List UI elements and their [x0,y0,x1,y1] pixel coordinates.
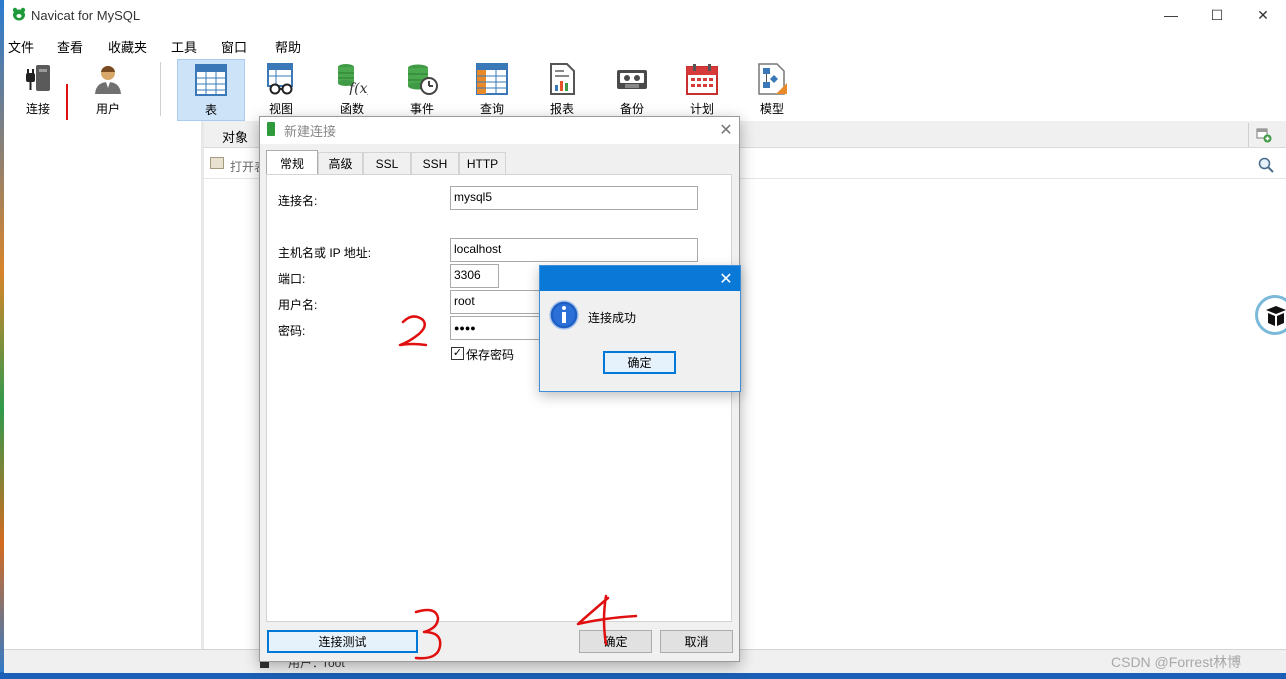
svg-text:f(x): f(x) [348,81,368,95]
app-title: Navicat for MySQL [31,8,141,23]
toolbar-schedule-button[interactable]: 计划 [669,59,735,119]
menu-help[interactable]: 帮助 [275,37,301,56]
menu-tools[interactable]: 工具 [171,37,197,56]
menu-favorites[interactable]: 收藏夹 [108,37,147,56]
tab-bar-divider [1248,123,1249,147]
toolbar-connect-button[interactable]: 连接 [5,59,71,119]
annotation-step-2 [398,315,428,347]
view-icon [267,63,293,95]
toolbar-label: 表 [204,103,217,117]
tab-ssh[interactable]: SSH [411,152,459,174]
toolbar-label: 模型 [759,102,784,116]
toolbar-model-button[interactable]: 模型 [739,59,805,119]
tab-objects[interactable]: 对象 [222,127,248,146]
new-tab-icon[interactable] [1256,127,1272,143]
dialog-app-icon [267,122,275,136]
host-field[interactable]: localhost [450,238,698,262]
toolbar-report-button[interactable]: 报表 [529,59,595,119]
menu-view[interactable]: 查看 [57,37,83,56]
toolbar-label: 报表 [549,102,574,116]
dialog-title: 新建连接 [284,124,337,139]
port-label: 端口: [278,272,306,286]
toolbar-user-button[interactable]: 用户 [75,59,141,119]
toolbar-separator [160,62,161,116]
search-icon[interactable] [1258,157,1274,173]
model-icon [758,63,787,95]
open-table-icon [210,157,224,169]
backup-icon [617,70,647,89]
password-label: 密码: [278,324,306,338]
username-label: 用户名: [278,298,318,312]
toolbar-label: 查询 [479,102,504,116]
host-label: 主机名或 IP 地址: [278,246,372,260]
maximize-button[interactable]: ☐ [1194,0,1240,30]
connection-name-label: 连接名: [278,194,318,208]
tab-http[interactable]: HTTP [459,152,506,174]
annotation-step-3 [414,608,442,660]
close-button[interactable]: ✕ [1240,0,1286,30]
toolbar-event-button[interactable]: 事件 [389,59,455,119]
annotation-step-4 [576,594,638,646]
title-bar [4,0,1286,32]
cancel-button[interactable]: 取消 [660,630,733,653]
schedule-icon [686,64,718,95]
annotation-mark [66,84,68,120]
toolbar-label: 连接 [25,102,50,116]
save-password-label[interactable]: 保存密码 [466,346,514,363]
tab-general[interactable]: 常规 [266,150,318,175]
toolbar-label: 视图 [268,102,293,116]
save-password-checkbox[interactable]: ✓ [451,347,464,360]
toolbar-label: 事件 [409,102,434,116]
navicat-logo-icon [12,7,26,21]
taskbar-edge [0,672,1286,679]
toolbar-query-button[interactable]: 查询 [459,59,525,119]
port-field[interactable]: 3306 [450,264,499,288]
tab-advanced[interactable]: 高级 [318,152,363,174]
dialog-close-button[interactable]: ✕ [712,117,740,143]
tab-ssl[interactable]: SSL [363,152,411,174]
function-icon: f(x) [338,64,368,95]
watermark: CSDN @Forrest林博 [1111,654,1242,670]
toolbar-label: 用户 [95,102,120,116]
toolbar-function-button[interactable]: f(x) 函数 [319,59,385,119]
connection-name-field[interactable]: mysql5 [450,186,698,210]
message-close-button[interactable]: ✕ [712,266,740,291]
toolbar-table-button[interactable]: 表 [177,59,245,121]
message-text: 连接成功 [588,311,637,325]
username-field[interactable]: root [450,290,540,314]
event-icon [408,64,438,95]
toolbar-backup-button[interactable]: 备份 [599,59,665,119]
plug-icon [26,65,50,91]
message-title-bar[interactable] [540,266,740,291]
toolbar-view-button[interactable]: 视图 [248,59,314,119]
query-icon [476,63,508,95]
toolbar-label: 函数 [339,102,364,116]
message-ok-button[interactable]: 确定 [603,351,676,374]
toolbar-label: 计划 [689,102,714,116]
menu-window[interactable]: 窗口 [221,37,247,56]
menu-file[interactable]: 文件 [8,37,34,56]
report-icon [550,63,575,95]
user-icon [95,65,121,94]
connection-tree-pane[interactable] [4,121,202,649]
test-connection-button[interactable]: 连接测试 [267,630,418,653]
info-icon [549,300,579,330]
toolbar-label: 备份 [619,102,644,116]
password-field[interactable]: ●●●● [450,316,540,340]
minimize-button[interactable]: — [1148,0,1194,30]
table-icon [195,64,227,96]
